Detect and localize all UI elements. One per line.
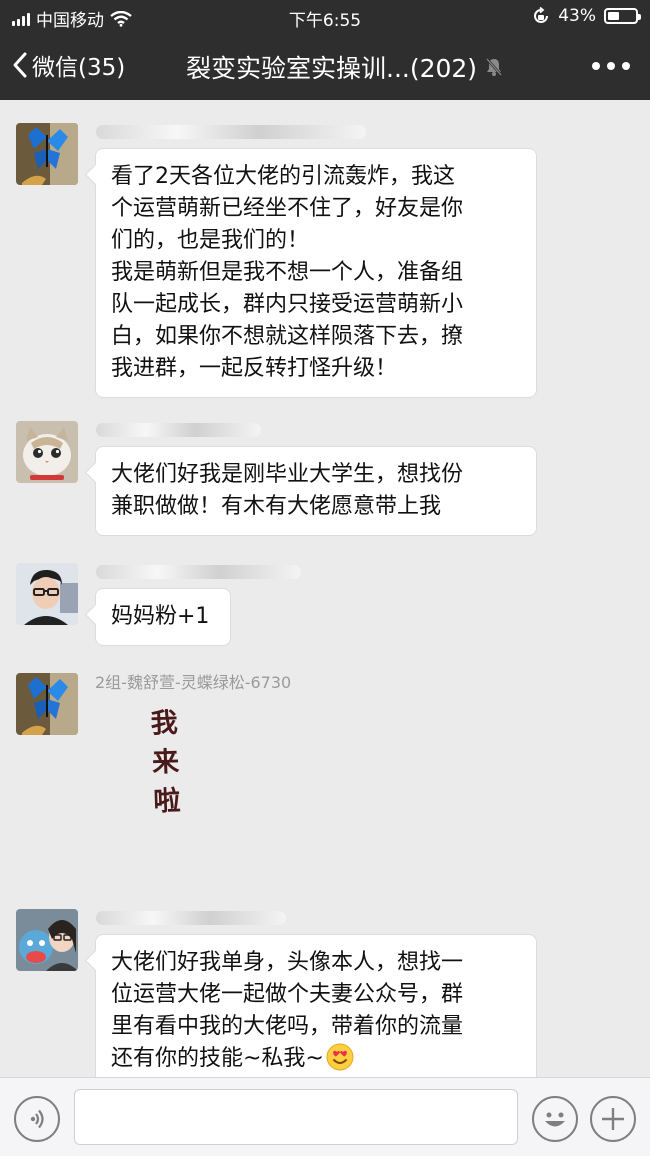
sticker-message[interactable]: 我来啦	[150, 701, 183, 819]
back-button[interactable]: 微信(35)	[12, 48, 125, 82]
sender-name: 2组-魏舒萱-灵蝶绿松-6730	[95, 673, 292, 692]
input-bar	[0, 1077, 650, 1156]
more-dot	[622, 62, 630, 70]
heart-eyes-emoji	[326, 1043, 354, 1071]
chat-title: 裂变实验室实操训...(202)	[186, 49, 503, 85]
message-line: 大佬们好我是刚毕业大学生，想找份	[111, 462, 464, 487]
voice-button[interactable]	[14, 1096, 60, 1142]
message-text: 还有你的技能~私我~	[111, 1046, 324, 1071]
emoji-button[interactable]	[532, 1096, 578, 1142]
plus-button[interactable]	[590, 1096, 636, 1142]
back-chevron-icon	[13, 52, 27, 78]
nav-bar: 微信(35) 裂变实验室实操训...(202)	[0, 32, 650, 100]
more-icon[interactable]	[592, 62, 630, 70]
chat-message-list[interactable]: 看了2天各位大佬的引流轰炸，我这 个运营萌新已经坐不住了，好友是你 们的，也是我…	[0, 100, 650, 1077]
more-dot	[592, 62, 600, 70]
cat-avatar[interactable]	[16, 421, 78, 483]
sender-name-redacted	[96, 125, 366, 139]
rotation-lock-icon	[534, 7, 549, 23]
status-right: 43%	[532, 6, 641, 26]
message-line: 兼职做做！有木有大佬愿意带上我	[111, 494, 442, 519]
battery-fill	[608, 12, 619, 20]
plus-icon	[602, 1108, 624, 1130]
message-line: 们的，也是我们的！	[111, 228, 310, 253]
battery-icon	[604, 8, 641, 24]
butterfly-avatar[interactable]	[16, 673, 78, 735]
man-glasses-avatar[interactable]	[16, 563, 78, 625]
sender-name-redacted	[96, 911, 286, 925]
message-line: 里有看中我的大佬吗，带着你的流量	[111, 1014, 464, 1039]
message-line: 我是萌新但是我不想一个人，准备组	[111, 260, 464, 285]
message-line: 位运营大佬一起做个夫妻公众号，群	[111, 982, 464, 1007]
mute-bell-icon	[486, 58, 503, 76]
more-dot	[607, 62, 615, 70]
message-line: 队一起成长，群内只接受运营萌新小	[111, 292, 464, 317]
message-bubble[interactable]: 大佬们好我是刚毕业大学生，想找份 兼职做做！有木有大佬愿意带上我	[95, 446, 537, 536]
wechat-group-chat-screen: 中国移动 下午6:55 43% 微信(35) 裂变实验室实操训...(202) …	[0, 0, 650, 1156]
message-bubble[interactable]: 看了2天各位大佬的引流轰炸，我这 个运营萌新已经坐不住了，好友是你 们的，也是我…	[95, 148, 537, 398]
message-line: 个运营萌新已经坐不住了，好友是你	[111, 196, 464, 221]
sender-name-redacted	[96, 565, 301, 579]
battery-percent: 43%	[558, 6, 596, 26]
message-input[interactable]	[74, 1089, 518, 1145]
voice-icon	[30, 1109, 44, 1129]
status-bar: 中国移动 下午6:55 43%	[0, 0, 650, 32]
plush-toy-avatar[interactable]	[16, 909, 78, 971]
chat-title-text: 裂变实验室实操训...(202)	[186, 54, 478, 83]
message-line: 白，如果你不想就这样陨落下去，撩	[111, 324, 464, 349]
message-line: 看了2天各位大佬的引流轰炸，我这	[111, 164, 455, 189]
message-bubble[interactable]: 妈妈粉+1	[95, 588, 231, 646]
message-bubble[interactable]: 大佬们好我单身，头像本人，想找一 位运营大佬一起做个夫妻公众号，群 里有看中我的…	[95, 934, 537, 1077]
emoji-icon	[545, 1112, 565, 1127]
sender-name-redacted	[96, 423, 261, 437]
message-line: 还有你的技能~私我~	[111, 1043, 520, 1075]
message-line: 妈妈粉+1	[111, 604, 210, 629]
butterfly-avatar[interactable]	[16, 123, 78, 185]
back-label: 微信(35)	[32, 55, 126, 81]
message-line: 我进群，一起反转打怪升级！	[111, 356, 398, 381]
message-line: 大佬们好我单身，头像本人，想找一	[111, 950, 464, 975]
